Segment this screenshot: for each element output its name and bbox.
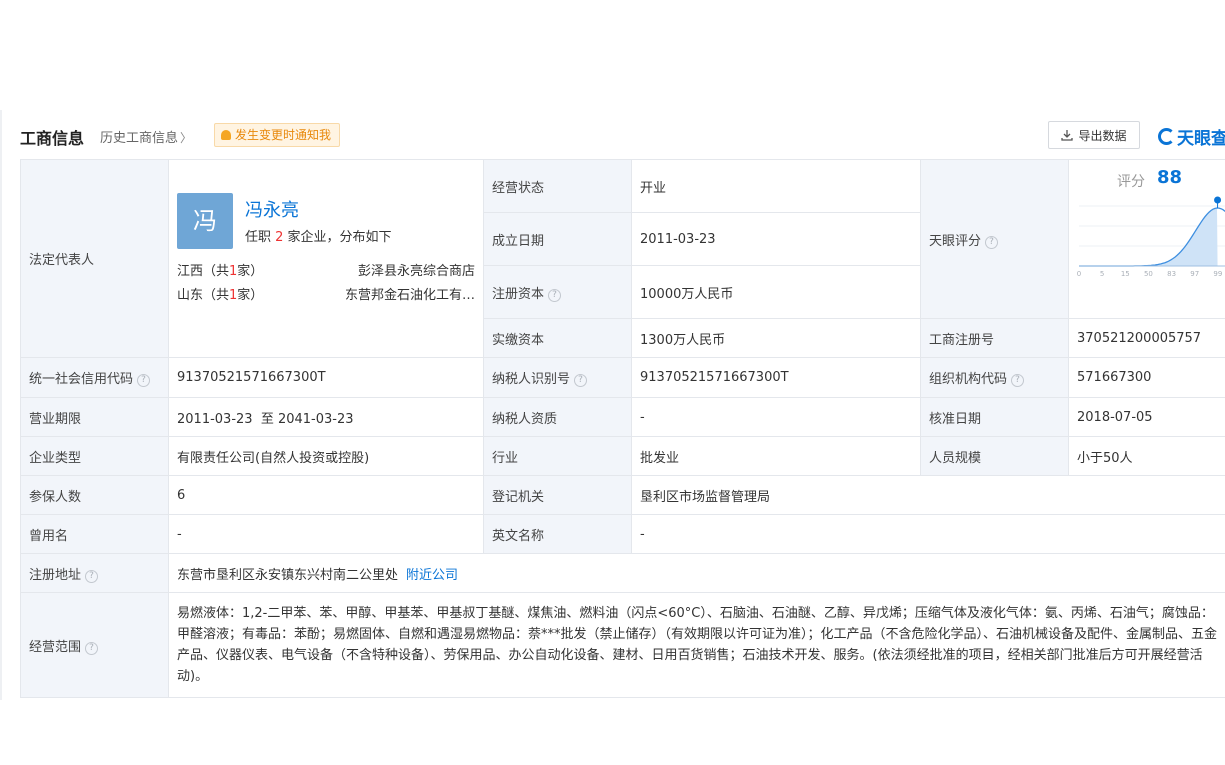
org-code-label-cell: 组织机构代码? [920, 357, 1069, 398]
insured-value: 6 [168, 475, 484, 515]
notify-label: 发生变更时通知我 [235, 128, 332, 142]
credit-code-value: 91370521571667300T [168, 357, 484, 398]
brand-logo: 天眼查 [1158, 124, 1225, 149]
rating-score-label: 评分 [1117, 174, 1145, 190]
rating-cell: 评分 88 051550839799100 [1068, 159, 1225, 319]
help-circle-icon[interactable]: ? [548, 288, 562, 302]
history-business-info-link[interactable]: 历史工商信息〉 [100, 127, 192, 146]
table-row: 经营范围? 易燃液体：1,2-二甲苯、苯、甲醇、甲基苯、甲基叔丁基醚、煤焦油、燃… [20, 592, 1225, 698]
status-value: 开业 [631, 159, 921, 213]
table-row: 注册地址? 东营市垦利区永安镇东兴村南二公里处 附近公司 [20, 553, 1225, 593]
paid-capital-value: 1300万人民币 [631, 318, 921, 358]
company-type-label: 企业类型 [20, 436, 169, 476]
help-circle-icon[interactable]: ? [85, 569, 99, 583]
approval-date-value: 2018-07-05 [1068, 397, 1225, 437]
term-label: 营业期限 [20, 397, 169, 437]
business-scope-text: 易燃液体：1,2-二甲苯、苯、甲醇、甲基苯、甲基叔丁基醚、煤焦油、燃料油（闪点<… [177, 606, 1218, 684]
reg-capital-label-cell: 注册资本? [483, 265, 632, 319]
table-row: 参保人数 6 登记机关 垦利区市场监督管理局 [20, 475, 1225, 515]
axis-tick-label: 99 [1213, 270, 1222, 278]
change-notify-button[interactable]: 发生变更时通知我 [214, 123, 341, 147]
brand-name: 天眼查 [1177, 129, 1225, 149]
table-row: 法定代表人 冯 冯永亮 任职 2 家企业，分布如下 江西（共1家） 彭泽县永亮综… [20, 159, 1225, 358]
section-title: 工商信息 [20, 129, 85, 148]
insured-label: 参保人数 [20, 475, 169, 515]
distribution-fill [1079, 208, 1218, 266]
taxpayer-qual-label: 纳税人资质 [483, 397, 632, 437]
avatar: 冯 [177, 192, 233, 249]
export-label: 导出数据 [1078, 128, 1127, 143]
credit-code-label-cell: 统一社会信用代码? [20, 357, 169, 398]
english-name-label: 英文名称 [483, 514, 632, 554]
legal-rep-desc: 任职 2 家企业，分布如下 [245, 229, 392, 245]
rating-label-cell: 天眼评分? [920, 159, 1069, 319]
axis-tick-label: 15 [1121, 270, 1130, 278]
address-cell: 东营市垦利区永安镇东兴村南二公里处 附近公司 [168, 553, 1225, 593]
authority-label: 登记机关 [483, 475, 632, 515]
region-jiangxi: 江西（共1家） [177, 263, 264, 279]
help-circle-icon[interactable]: ? [985, 235, 999, 249]
axis-tick-label: 0 [1077, 270, 1081, 278]
industry-label: 行业 [483, 436, 632, 476]
founded-value: 2011-03-23 [631, 212, 921, 266]
industry-value: 批发业 [631, 436, 921, 476]
business-info-panel: 工商信息 历史工商信息〉 发生变更时通知我 导出数据 天眼查 法定代表人 冯 冯… [0, 110, 1225, 700]
table-row: 统一社会信用代码? 91370521571667300T 纳税人识别号? 913… [20, 357, 1225, 398]
authority-value: 垦利区市场监督管理局 [631, 475, 1225, 515]
company-type-value: 有限责任公司(自然人投资或控股) [168, 436, 484, 476]
rating-score: 88 [1157, 167, 1183, 188]
axis-tick-label: 5 [1100, 270, 1104, 278]
help-circle-icon[interactable]: ? [137, 374, 151, 387]
table-row: 营业期限 2011-03-23 至 2041-03-23 纳税人资质 - 核准日… [20, 397, 1225, 437]
axis-tick-label: 83 [1167, 270, 1176, 278]
bell-icon [221, 130, 231, 140]
panel-header: 工商信息 历史工商信息〉 发生变更时通知我 导出数据 天眼查 [2, 110, 1225, 160]
taxpayer-id-label-cell: 纳税人识别号? [483, 357, 632, 398]
chevron-right-icon: 〉 [180, 131, 193, 145]
english-name-value: - [631, 514, 1225, 554]
staff-size-value: 小于50人 [1068, 436, 1225, 476]
table-row: 曾用名 - 英文名称 - [20, 514, 1225, 554]
staff-size-label: 人员规模 [920, 436, 1069, 476]
address-label-cell: 注册地址? [20, 553, 169, 593]
legal-rep-cell: 冯 冯永亮 任职 2 家企业，分布如下 江西（共1家） 彭泽县永亮综合商店 山东… [168, 159, 484, 358]
org-code-value: 571667300 [1068, 357, 1225, 398]
scope-label-cell: 经营范围? [20, 592, 169, 698]
tianyancha-logo-icon [1158, 128, 1175, 145]
reg-no-value: 370521200005757 [1068, 318, 1225, 358]
approval-date-label: 核准日期 [920, 397, 1069, 437]
axis-tick-label: 97 [1190, 270, 1199, 278]
export-data-button[interactable]: 导出数据 [1048, 121, 1140, 149]
status-label: 经营状态 [483, 159, 632, 213]
table-row: 企业类型 有限责任公司(自然人投资或控股) 行业 批发业 人员规模 小于50人 [20, 436, 1225, 476]
former-name-value: - [168, 514, 484, 554]
business-scope-value: 易燃液体：1,2-二甲苯、苯、甲醇、甲基苯、甲基叔丁基醚、煤焦油、燃料油（闪点<… [168, 592, 1225, 698]
paid-capital-label: 实缴资本 [483, 318, 632, 358]
nearby-companies-link[interactable]: 附近公司 [406, 568, 458, 583]
rating-distribution-chart: 051550839799100 [1077, 196, 1225, 278]
help-circle-icon[interactable]: ? [85, 641, 99, 655]
region-shandong: 山东（共1家） [177, 287, 264, 303]
region-company-link[interactable]: 彭泽县永亮综合商店 [358, 260, 475, 279]
founded-label: 成立日期 [483, 212, 632, 266]
legal-rep-label: 法定代表人 [20, 159, 169, 358]
help-circle-icon[interactable]: ? [1011, 374, 1025, 387]
reg-no-label: 工商注册号 [920, 318, 1069, 358]
taxpayer-qual-value: - [631, 397, 921, 437]
taxpayer-id-value: 91370521571667300T [631, 357, 921, 398]
region-company-link[interactable]: 东营邦金石油化工有… [345, 284, 475, 303]
address-value: 东营市垦利区永安镇东兴村南二公里处 [177, 567, 399, 583]
axis-tick-label: 50 [1144, 270, 1153, 278]
legal-rep-name[interactable]: 冯永亮 [245, 196, 299, 222]
help-circle-icon[interactable]: ? [574, 374, 588, 387]
business-info-table: 法定代表人 冯 冯永亮 任职 2 家企业，分布如下 江西（共1家） 彭泽县永亮综… [20, 159, 1225, 698]
reg-capital-value: 10000万人民币 [631, 265, 921, 319]
download-icon [1061, 130, 1074, 141]
score-marker [1214, 196, 1222, 204]
former-name-label: 曾用名 [20, 514, 169, 554]
history-link-label: 历史工商信息 [100, 131, 179, 146]
term-value: 2011-03-23 至 2041-03-23 [168, 397, 484, 437]
